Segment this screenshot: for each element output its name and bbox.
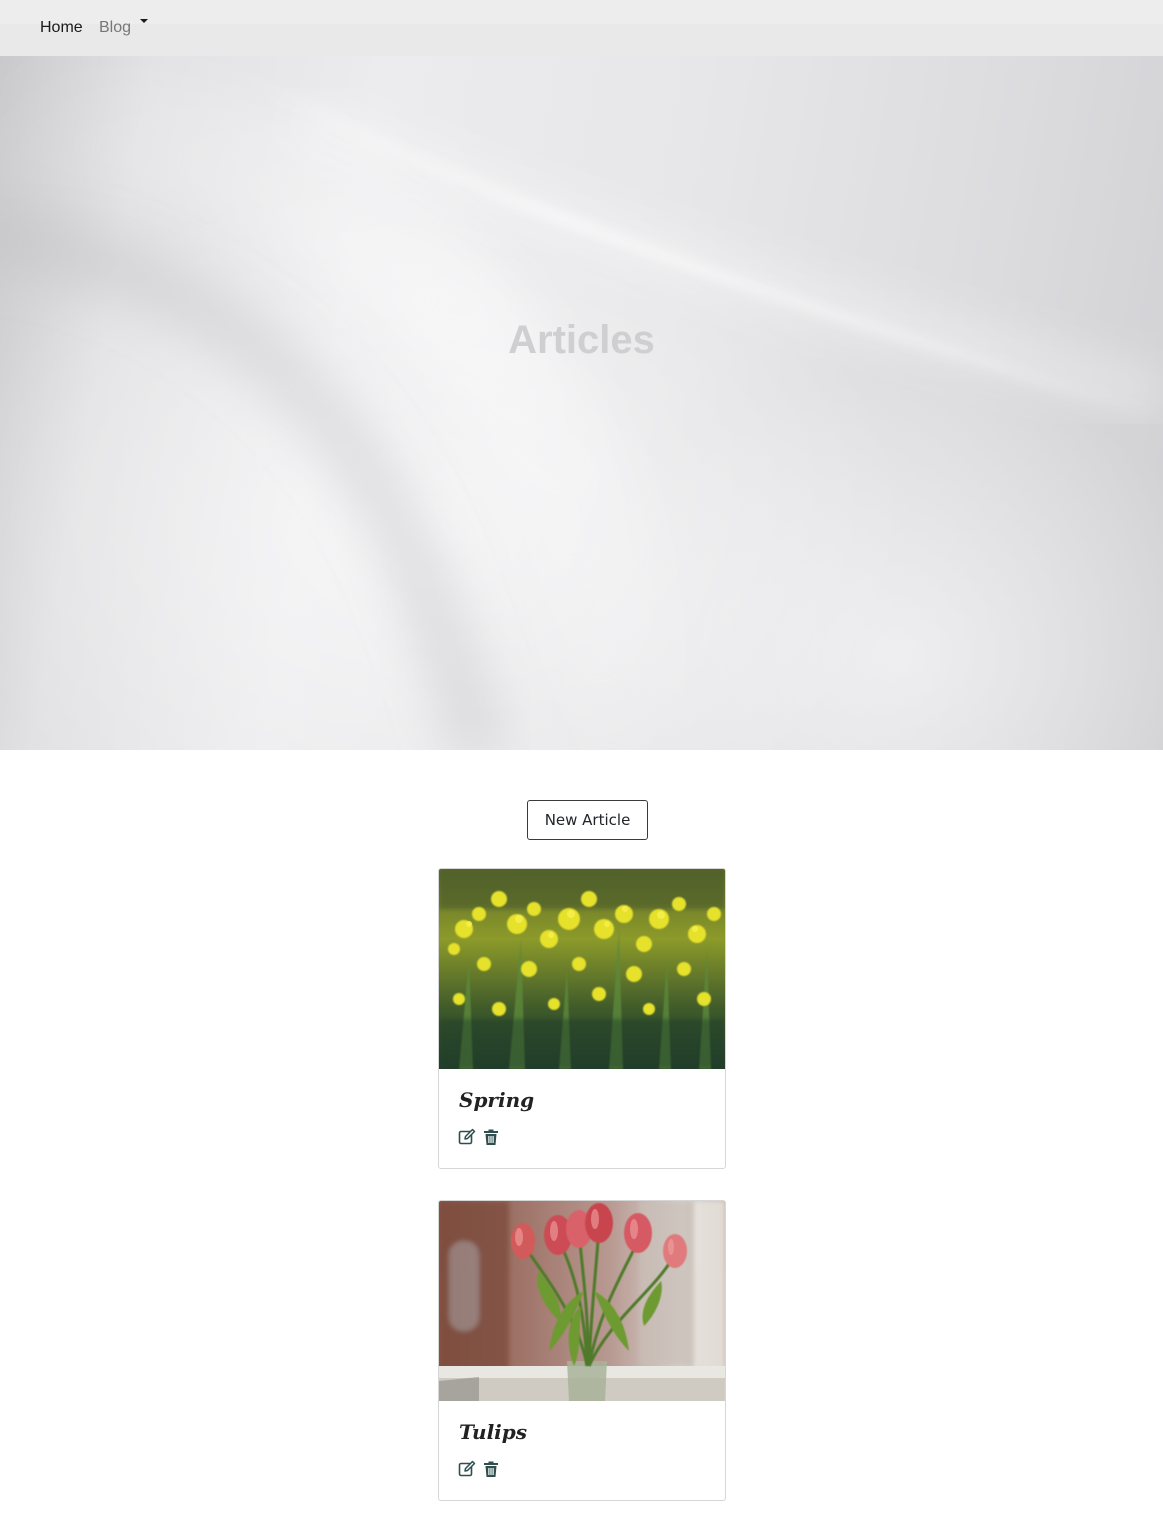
nav-blog-dropdown[interactable]: Blog bbox=[99, 18, 131, 38]
article-image[interactable] bbox=[439, 869, 725, 1069]
nav-home-link[interactable]: Home bbox=[40, 18, 83, 38]
article-image[interactable] bbox=[439, 1201, 725, 1401]
article-card: Tulips bbox=[438, 1200, 726, 1501]
chevron-down-icon[interactable] bbox=[140, 19, 148, 23]
article-actions bbox=[458, 1128, 502, 1148]
new-article-button[interactable]: New Article bbox=[527, 800, 648, 840]
hero-banner: Articles bbox=[0, 56, 1163, 750]
trash-icon[interactable] bbox=[482, 1460, 500, 1478]
yellow-flowers-photo bbox=[439, 869, 725, 1069]
top-navbar: Home Blog bbox=[0, 0, 1163, 56]
page-title: Articles bbox=[508, 318, 655, 362]
red-tulips-photo bbox=[439, 1201, 725, 1401]
article-actions bbox=[458, 1460, 502, 1480]
trash-icon[interactable] bbox=[482, 1128, 500, 1146]
edit-icon[interactable] bbox=[458, 1460, 476, 1478]
article-card: Spring bbox=[438, 868, 726, 1169]
edit-icon[interactable] bbox=[458, 1128, 476, 1146]
article-title[interactable]: Tulips bbox=[459, 1419, 527, 1445]
article-title[interactable]: Spring bbox=[459, 1087, 534, 1113]
hero-background-image bbox=[0, 56, 1163, 750]
